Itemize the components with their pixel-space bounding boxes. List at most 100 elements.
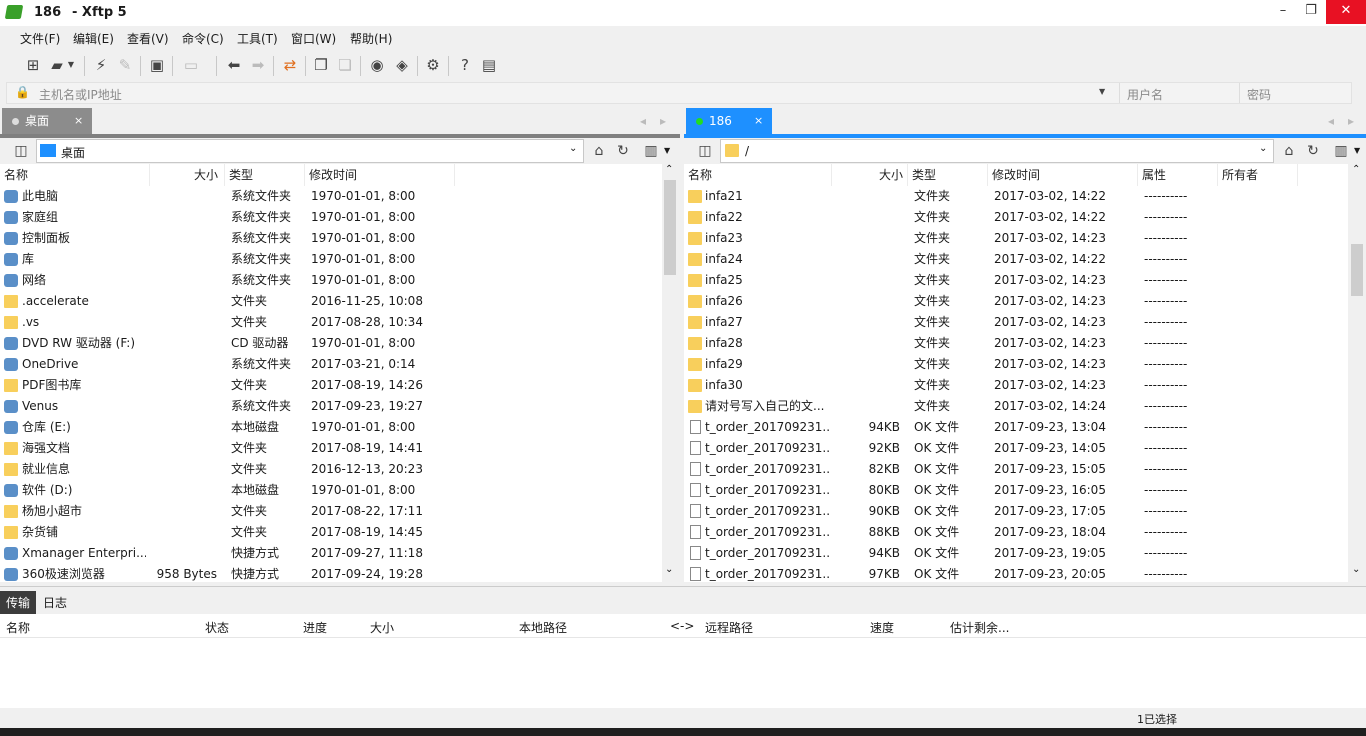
help-icon[interactable]: ?: [456, 56, 474, 74]
chat-icon[interactable]: ▤: [480, 56, 498, 74]
menu-help[interactable]: 帮助(H): [350, 30, 392, 47]
tab-scroll-left-icon[interactable]: ◂: [1328, 114, 1334, 128]
properties-icon[interactable]: ▣: [148, 56, 166, 74]
scroll-up-icon[interactable]: ⌃: [1352, 164, 1360, 175]
scroll-up-icon[interactable]: ⌃: [665, 164, 673, 175]
xshell-icon[interactable]: ◉: [368, 56, 386, 74]
file-row[interactable]: t_order_201709231... 92KB OK 文件 2017-09-23,…: [684, 438, 1348, 459]
file-row[interactable]: infa24 文件夹 2017-03-02, 14:22 ----------: [684, 249, 1348, 270]
file-row[interactable]: DVD RW 驱动器 (F:) CD 驱动器 1970-01-01, 8:00: [0, 333, 662, 354]
new-session-icon[interactable]: ⊞: [24, 56, 42, 74]
connect-icon[interactable]: ⚡: [92, 56, 110, 74]
back-arrow-icon[interactable]: ⬅: [225, 56, 243, 74]
file-row[interactable]: OneDrive 系统文件夹 2017-03-21, 0:14: [0, 354, 662, 375]
file-row[interactable]: .vs 文件夹 2017-08-28, 10:34: [0, 312, 662, 333]
transfer-col-eta[interactable]: 估计剩余...: [950, 619, 1009, 636]
tab-close-icon[interactable]: ×: [754, 108, 763, 134]
transfer-col-local-path[interactable]: 本地路径: [519, 619, 567, 636]
right-path-combo[interactable]: / ⌄: [720, 139, 1274, 163]
file-row[interactable]: infa25 文件夹 2017-03-02, 14:23 ----------: [684, 270, 1348, 291]
file-row[interactable]: infa27 文件夹 2017-03-02, 14:23 ----------: [684, 312, 1348, 333]
file-row[interactable]: 控制面板 系统文件夹 1970-01-01, 8:00: [0, 228, 662, 249]
right-scrollbar[interactable]: ⌃ ⌄: [1348, 164, 1366, 582]
file-row[interactable]: t_order_201709231... 97KB OK 文件 2017-09-23,…: [684, 564, 1348, 582]
transfer-col-size[interactable]: 大小: [370, 619, 394, 636]
transfer-col-direction[interactable]: <->: [670, 619, 694, 633]
file-row[interactable]: infa22 文件夹 2017-03-02, 14:22 ----------: [684, 207, 1348, 228]
host-dropdown-icon[interactable]: ▼: [1099, 87, 1105, 96]
xmanager-icon[interactable]: ◈: [393, 56, 411, 74]
file-row[interactable]: t_order_201709231... 80KB OK 文件 2017-09-23,…: [684, 480, 1348, 501]
left-scrollbar[interactable]: ⌃ ⌄: [662, 164, 678, 582]
file-row[interactable]: 请对号写入自己的文... 文件夹 2017-03-02, 14:24 --------…: [684, 396, 1348, 417]
file-row[interactable]: PDF图书库 文件夹 2017-08-19, 14:26: [0, 375, 662, 396]
refresh-icon[interactable]: ↻: [1302, 140, 1324, 162]
file-row[interactable]: 库 系统文件夹 1970-01-01, 8:00: [0, 249, 662, 270]
menu-file[interactable]: 文件(F): [20, 30, 60, 47]
file-row[interactable]: infa28 文件夹 2017-03-02, 14:23 ----------: [684, 333, 1348, 354]
menu-tools[interactable]: 工具(T): [237, 30, 278, 47]
tab-scroll-right-icon[interactable]: ▸: [660, 114, 666, 128]
tab-186[interactable]: 186 ×: [686, 108, 772, 134]
column-header-modified[interactable]: 修改时间: [305, 164, 455, 186]
file-row[interactable]: Venus 系统文件夹 2017-09-23, 19:27: [0, 396, 662, 417]
scroll-thumb[interactable]: [1351, 244, 1363, 296]
file-row[interactable]: infa23 文件夹 2017-03-02, 14:23 ----------: [684, 228, 1348, 249]
tab-scroll-right-icon[interactable]: ▸: [1348, 114, 1354, 128]
chevron-down-icon[interactable]: ⌄: [569, 143, 577, 154]
file-row[interactable]: 此电脑 系统文件夹 1970-01-01, 8:00: [0, 186, 662, 207]
scroll-down-icon[interactable]: ⌄: [1352, 564, 1360, 575]
transfer-icon[interactable]: ⇄: [281, 56, 299, 74]
restore-button[interactable]: ❐: [1296, 0, 1326, 24]
copy-icon[interactable]: ❐: [312, 56, 330, 74]
column-header-type[interactable]: 类型: [908, 164, 988, 186]
file-row[interactable]: 仓库 (E:) 本地磁盘 1970-01-01, 8:00: [0, 417, 662, 438]
tab-transfer[interactable]: 传输: [0, 591, 37, 615]
tab-desktop[interactable]: 桌面 ×: [2, 108, 92, 134]
column-header-attributes[interactable]: 属性: [1138, 164, 1218, 186]
view-mode-icon[interactable]: ▥: [640, 140, 662, 162]
toggle-tree-icon[interactable]: ◫: [694, 140, 716, 162]
scroll-thumb[interactable]: [664, 180, 676, 275]
tab-log[interactable]: 日志: [37, 591, 73, 615]
file-row[interactable]: infa26 文件夹 2017-03-02, 14:23 ----------: [684, 291, 1348, 312]
menu-window[interactable]: 窗口(W): [291, 30, 336, 47]
host-input[interactable]: 主机名或IP地址: [39, 86, 122, 103]
username-input[interactable]: 用户名: [1127, 86, 1163, 103]
column-header-size[interactable]: 大小: [832, 164, 908, 186]
minimize-button[interactable]: –: [1268, 0, 1298, 24]
column-header-size[interactable]: 大小: [150, 164, 225, 186]
gear-icon[interactable]: ⚙: [424, 56, 442, 74]
file-row[interactable]: t_order_201709231... 94KB OK 文件 2017-09-23,…: [684, 543, 1348, 564]
transfer-col-remote-path[interactable]: 远程路径: [705, 619, 753, 636]
file-row[interactable]: infa29 文件夹 2017-03-02, 14:23 ----------: [684, 354, 1348, 375]
view-dropdown-icon[interactable]: ▼: [664, 146, 670, 155]
transfer-col-status[interactable]: 状态: [205, 619, 229, 636]
close-button[interactable]: ✕: [1326, 0, 1366, 24]
refresh-icon[interactable]: ↻: [612, 140, 634, 162]
file-row[interactable]: t_order_201709231... 82KB OK 文件 2017-09-23,…: [684, 459, 1348, 480]
file-row[interactable]: infa21 文件夹 2017-03-02, 14:22 ----------: [684, 186, 1348, 207]
tab-close-icon[interactable]: ×: [74, 108, 83, 134]
transfer-col-speed[interactable]: 速度: [870, 619, 894, 636]
file-row[interactable]: t_order_201709231... 90KB OK 文件 2017-09-23,…: [684, 501, 1348, 522]
menu-command[interactable]: 命令(C): [182, 30, 224, 47]
column-header-owner[interactable]: 所有者: [1218, 164, 1298, 186]
open-folder-icon[interactable]: ▰: [48, 56, 66, 74]
file-row[interactable]: 杨旭小超市 文件夹 2017-08-22, 17:11: [0, 501, 662, 522]
chevron-down-icon[interactable]: ⌄: [1259, 143, 1267, 154]
transfer-col-name[interactable]: 名称: [6, 619, 30, 636]
view-mode-icon[interactable]: ▥: [1330, 140, 1352, 162]
file-row[interactable]: infa30 文件夹 2017-03-02, 14:23 ----------: [684, 375, 1348, 396]
dropdown-arrow-icon[interactable]: ▼: [66, 56, 76, 74]
file-row[interactable]: 360极速浏览器 958 Bytes 快捷方式 2017-09-24, 19:28: [0, 564, 662, 582]
menu-view[interactable]: 查看(V): [127, 30, 169, 47]
menu-edit[interactable]: 编辑(E): [73, 30, 114, 47]
file-row[interactable]: 家庭组 系统文件夹 1970-01-01, 8:00: [0, 207, 662, 228]
file-row[interactable]: t_order_201709231... 88KB OK 文件 2017-09-23,…: [684, 522, 1348, 543]
left-path-combo[interactable]: 桌面 ⌄: [36, 139, 584, 163]
parent-folder-icon[interactable]: ⌂: [588, 140, 610, 162]
column-header-type[interactable]: 类型: [225, 164, 305, 186]
file-row[interactable]: 就业信息 文件夹 2016-12-13, 20:23: [0, 459, 662, 480]
file-row[interactable]: Xmanager Enterpri... 快捷方式 2017-09-27, 11:1…: [0, 543, 662, 564]
